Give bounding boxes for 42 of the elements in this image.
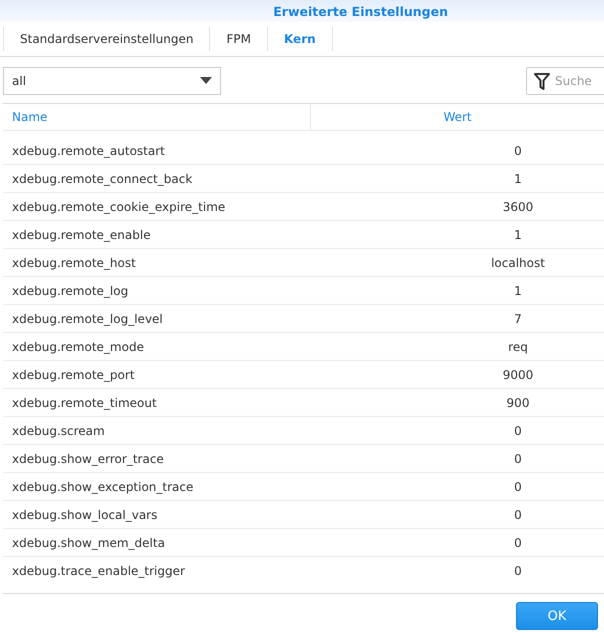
- table-cell-text: xdebug.show_exception_trace: [11, 480, 194, 494]
- table-cell-text: 7: [513, 312, 523, 326]
- column-header[interactable]: Name: [3, 104, 312, 130]
- table-cell-text: xdebug.remote_connect_back: [11, 172, 194, 186]
- table-cell-text: 0: [513, 480, 523, 494]
- table-cell-text: localhost: [490, 256, 546, 270]
- table-cell-text: 1: [513, 284, 523, 298]
- table-cell-text: 0: [513, 508, 523, 522]
- tab[interactable]: Standardservereinstellungen: [3, 27, 210, 51]
- table-cell-text: xdebug.scream: [11, 424, 106, 438]
- table-cell-text: 1: [513, 172, 523, 186]
- ok-button[interactable]: OK: [516, 602, 598, 630]
- table-cell-text: 900: [506, 396, 530, 410]
- table-cell-text: xdebug.remote_log: [11, 284, 130, 298]
- table-cell-text: 9000: [502, 368, 534, 382]
- window-title: Erweiterte Einstellungen: [273, 4, 448, 18]
- table-cell-text: 0: [513, 144, 523, 158]
- table-cell-text: 0: [513, 424, 523, 438]
- table-cell-text: xdebug.show_mem_delta: [11, 536, 166, 550]
- table-cell-text: xdebug.show_error_trace: [11, 452, 165, 466]
- table-cell-text: xdebug.remote_mode: [11, 340, 145, 354]
- tab[interactable]: Kern: [266, 27, 333, 51]
- table-cell-text: 0: [513, 536, 523, 550]
- table-cell-text: 1: [513, 228, 523, 242]
- filter-dropdown[interactable]: all: [3, 66, 221, 94]
- table-cell-text: xdebug.trace_enable_trigger: [11, 564, 186, 578]
- table-cell-text: xdebug.remote_log_level: [11, 312, 164, 326]
- search-field[interactable]: Suche: [526, 66, 604, 94]
- table-cell-text: xdebug.remote_timeout: [11, 396, 158, 410]
- table-cell-text: 3600: [502, 200, 534, 214]
- caret-icon: [200, 77, 212, 84]
- table-cell-text: xdebug.remote_autostart: [11, 144, 166, 158]
- table-cell-text: req: [507, 340, 529, 354]
- column-header[interactable]: Wert: [311, 104, 604, 130]
- tab[interactable]: FPM: [209, 27, 268, 51]
- table-cell-text: xdebug.remote_host: [11, 256, 137, 270]
- table-cell-text: 0: [513, 452, 523, 466]
- table-cell-text: xdebug.remote_enable: [11, 228, 152, 242]
- table-cell-text: xdebug.remote_port: [11, 368, 136, 382]
- table-cell-text: xdebug.show_local_vars: [11, 508, 158, 522]
- table-cell-text: xdebug.remote_cookie_expire_time: [11, 200, 226, 214]
- table-cell-text: 0: [513, 564, 523, 578]
